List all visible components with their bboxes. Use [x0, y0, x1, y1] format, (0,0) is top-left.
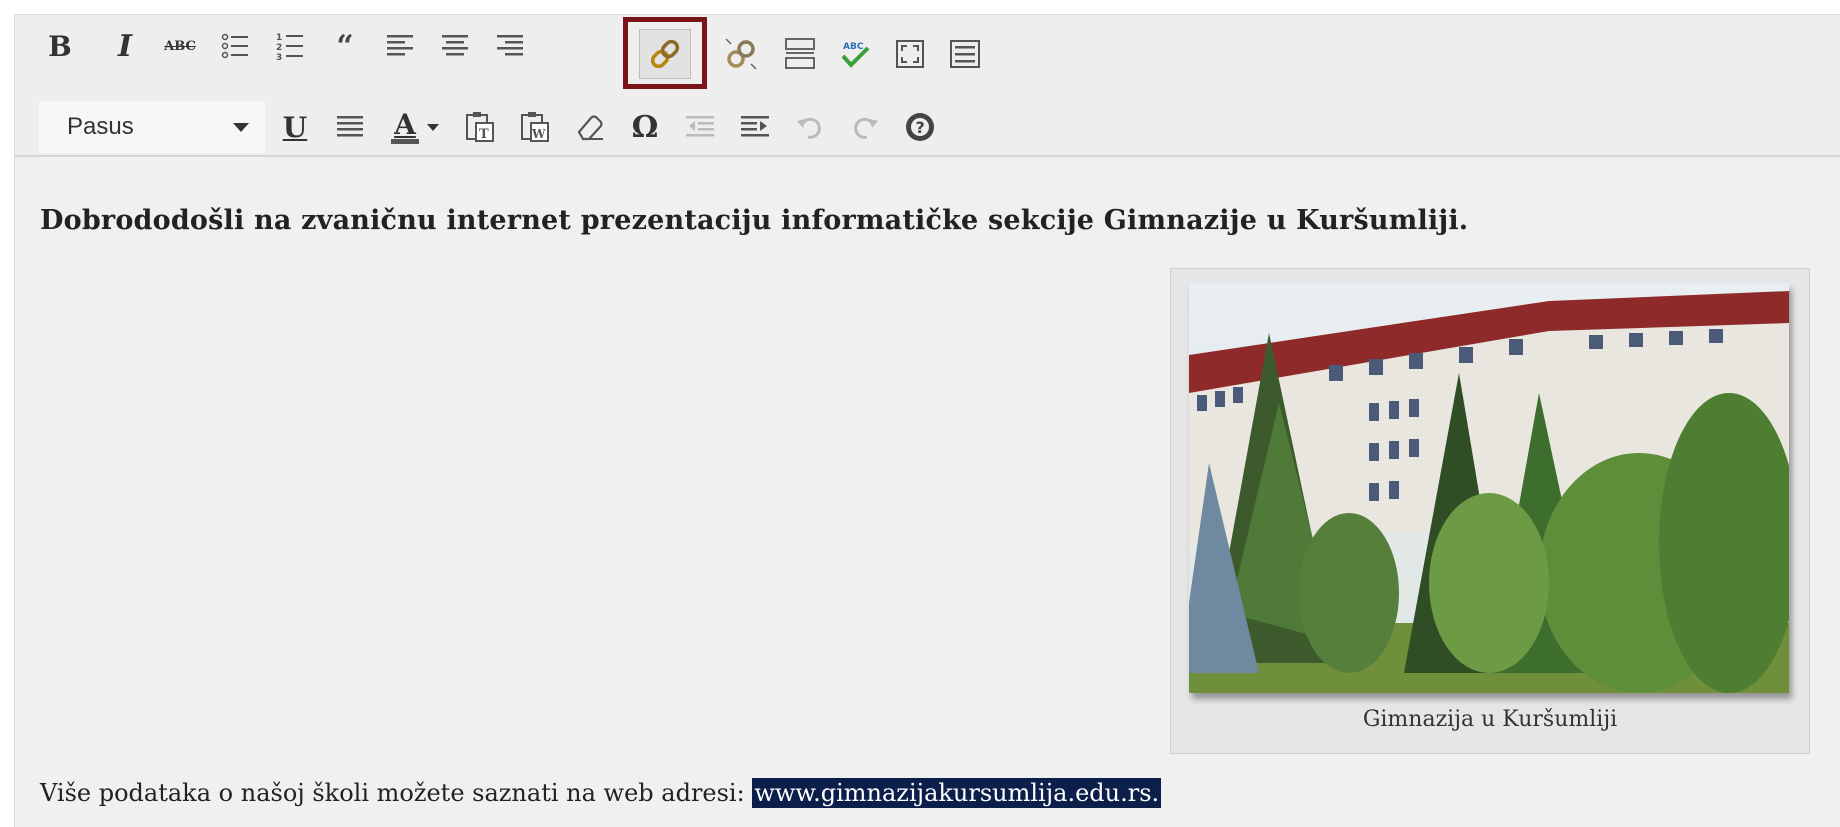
- fullscreen-icon: [896, 40, 924, 68]
- undo-button[interactable]: [785, 102, 835, 152]
- undo-icon: [797, 117, 821, 139]
- svg-text:2: 2: [276, 43, 282, 53]
- toolbar-toggle-button[interactable]: [940, 29, 990, 79]
- special-character-button[interactable]: Ω: [620, 102, 670, 152]
- underline-button[interactable]: U: [270, 102, 320, 152]
- image-figure[interactable]: Gimnazija u Kuršumliji: [1170, 268, 1810, 754]
- unlink-icon: [725, 38, 757, 70]
- text-color-icon: A: [391, 110, 419, 144]
- format-select-value: Pasus: [67, 113, 134, 140]
- justify-icon: [337, 116, 363, 137]
- remove-link-button[interactable]: [715, 29, 767, 79]
- school-photo-image: [1179, 283, 1799, 693]
- format-select[interactable]: Pasus: [39, 101, 265, 153]
- school-photo[interactable]: [1179, 283, 1799, 693]
- redo-button[interactable]: [840, 102, 890, 152]
- svg-text:1: 1: [276, 33, 282, 43]
- fullscreen-button[interactable]: [885, 29, 935, 79]
- bold-button[interactable]: B: [35, 21, 85, 71]
- help-button[interactable]: ?: [895, 102, 945, 152]
- outdent-icon: [686, 116, 714, 137]
- paste-text-icon: T: [466, 112, 494, 142]
- insert-more-button[interactable]: [775, 29, 825, 79]
- more-info-paragraph: Više podataka o našoj školi možete sazna…: [40, 778, 1162, 808]
- svg-text:T: T: [479, 127, 489, 142]
- justify-button[interactable]: [325, 102, 375, 152]
- text-color-swatch: [391, 138, 419, 144]
- svg-text:3: 3: [276, 53, 282, 61]
- svg-text:ABC: ABC: [843, 42, 864, 52]
- paste-text-button[interactable]: T: [455, 102, 505, 152]
- italic-button[interactable]: I: [100, 21, 150, 71]
- spellcheck-icon: ABC: [841, 42, 870, 68]
- numbered-list-icon: 1 2 3: [276, 33, 303, 61]
- paste-word-icon: W: [521, 112, 549, 142]
- keyboard-icon: [950, 40, 980, 68]
- align-center-icon: [442, 35, 468, 56]
- help-icon: ?: [906, 113, 934, 141]
- blockquote-button[interactable]: “: [320, 21, 370, 71]
- bullet-list-button[interactable]: [210, 21, 260, 71]
- outdent-button[interactable]: [675, 102, 725, 152]
- align-right-button[interactable]: [485, 21, 535, 71]
- eraser-icon: [577, 115, 603, 141]
- align-center-button[interactable]: [430, 21, 480, 71]
- selected-url-text[interactable]: www.gimnazijakursumlija.edu.rs.: [752, 778, 1162, 808]
- align-left-button[interactable]: [375, 21, 425, 71]
- numbered-list-button[interactable]: 1 2 3: [265, 21, 315, 71]
- align-left-icon: [387, 35, 413, 56]
- quote-icon: “: [336, 28, 354, 64]
- clear-formatting-button[interactable]: [565, 102, 615, 152]
- editor-toolbar: B I ABC 1 2 3 “ ABC Pasus U A T W Ω ?: [15, 15, 1840, 157]
- rich-text-editor: B I ABC 1 2 3 “ ABC Pasus U A T W Ω ? Do…: [14, 14, 1840, 827]
- editor-content[interactable]: Dobrododošli na zvaničnu internet prezen…: [15, 157, 1840, 827]
- chevron-down-icon: [233, 123, 249, 132]
- strikethrough-button[interactable]: ABC: [155, 21, 205, 71]
- paste-word-button[interactable]: W: [510, 102, 560, 152]
- chevron-down-icon: [427, 123, 439, 131]
- spellcheck-button[interactable]: ABC: [830, 29, 880, 79]
- intro-heading: Dobrododošli na zvaničnu internet prezen…: [40, 205, 1469, 236]
- read-more-icon: [785, 38, 815, 69]
- svg-text:?: ?: [916, 118, 925, 137]
- image-caption: Gimnazija u Kuršumliji: [1362, 707, 1618, 732]
- indent-icon: [741, 116, 769, 137]
- align-right-icon: [497, 35, 523, 56]
- text-color-button[interactable]: A: [380, 102, 450, 152]
- svg-text:W: W: [531, 127, 546, 141]
- more-info-text: Više podataka o našoj školi možete sazna…: [40, 779, 753, 807]
- redo-icon: [854, 117, 878, 139]
- indent-button[interactable]: [730, 102, 780, 152]
- link-button-highlight: [623, 17, 707, 89]
- bullet-list-icon: [221, 33, 248, 59]
